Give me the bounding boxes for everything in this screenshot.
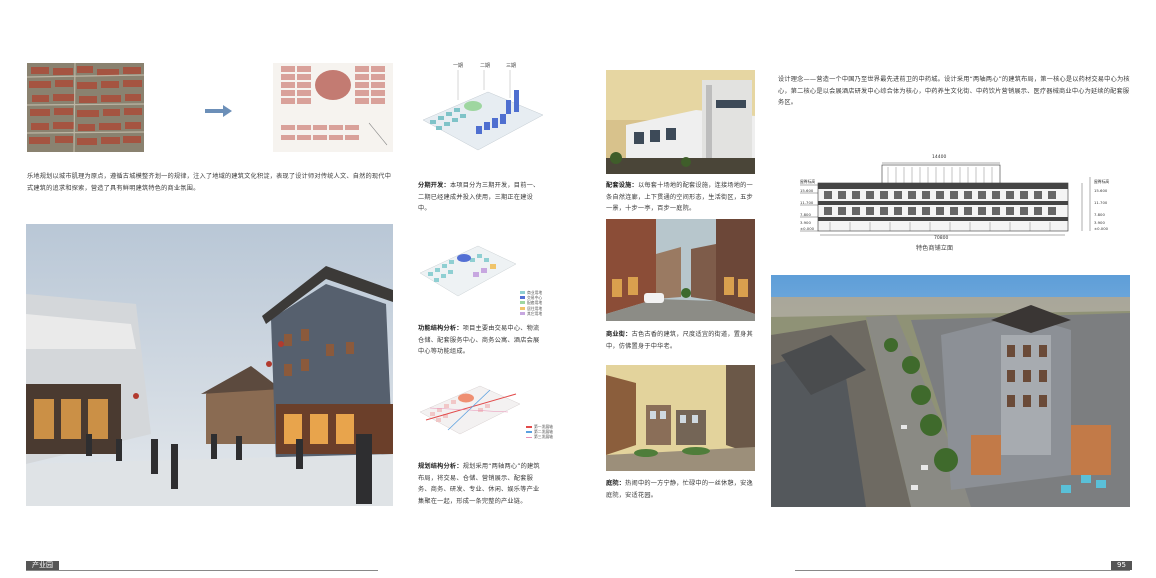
facility-caption-title: 配套设施： [606, 182, 638, 189]
structure-caption: 规划结构分析：规划采用“两轴两心”的建筑布局，将交易、仓储、营销展示、配套服务、… [418, 461, 545, 507]
winter-street-render [26, 224, 393, 506]
elevation-level-label: 15.600 [800, 188, 814, 193]
street-caption: 商业街：古色古香的建筑，尺度适宜的街道，置身其中，仿佛置身于中华老。 [606, 329, 758, 352]
elevation-dim-bottom: 70800 [934, 236, 949, 241]
facility-render [606, 70, 755, 174]
courtyard-caption: 庭院：热闹中的一方宁静，忙碌中的一丝休憩，安逸庭院，安适花园。 [606, 478, 758, 501]
footer-rule-right [795, 570, 1130, 571]
street-render [606, 219, 755, 321]
arrow-right-icon [205, 103, 233, 122]
elevation-caption: 特色商铺立面 [916, 245, 954, 252]
elevation-level-label-right: ±0.000 [1094, 226, 1109, 231]
footer-section-tab: 产业园 [26, 561, 59, 570]
analysis-caption: 乐地规划以城市肌理为原点，遵循古城模整齐划一的规律，注入了地域的建筑文化积淀，表… [27, 173, 392, 192]
elevation-level-label: 11.700 [800, 200, 814, 205]
street-caption-title: 商业街： [606, 331, 632, 338]
phase-label-1: 一期 [453, 63, 464, 69]
phase-label-2: 二期 [480, 63, 491, 69]
elevation-level-label: 3.900 [800, 220, 811, 225]
function-diagram: 商业用地 交易中心 配套用地 居住用地 其它用地 [418, 228, 548, 318]
phasing-caption-title: 分期开发： [418, 182, 450, 189]
structure-legend: 第一发展轴 第二发展轴 第三发展轴 [526, 424, 553, 440]
elevation-level-label: 7.800 [800, 212, 811, 217]
phase-label-3: 三期 [506, 63, 517, 69]
elevation-drawing: 14400 70800 屋脊标高 15.600 11.700 7.800 3.9… [800, 155, 1120, 241]
facility-caption: 配套设施：以每套十场地的配套设施，连接场地的一条自然连廊，上下贯通的空间形态，生… [606, 180, 758, 215]
function-caption: 功能结构分析：项目主要由交易中心、物流仓储、配套服务中心、商务公寓、酒店会展中心… [418, 323, 545, 358]
footer-rule-left [26, 570, 378, 571]
aerial-photo [27, 63, 144, 152]
elevation-dim-top: 14400 [932, 155, 947, 160]
elevation-level-label-right: 11.700 [1094, 200, 1108, 205]
phasing-diagram: 一期 二期 三期 [418, 62, 545, 174]
page-number: 95 [1111, 561, 1132, 570]
design-concept-text: 设计理念——营造一个中国乃至世界最先进前卫的中药城。设计采用“两轴两心”的建筑布… [778, 76, 1130, 106]
elevation-level-label-right: 屋脊标高 [1094, 179, 1110, 184]
legend-item: 其它用地 [520, 311, 542, 316]
structure-diagram: 第一发展轴 第二发展轴 第三发展轴 [418, 372, 558, 452]
structure-caption-title: 规划结构分析： [418, 463, 463, 470]
aerial-street-render [771, 275, 1130, 507]
courtyard-render [606, 365, 755, 471]
elevation-level-label-right: 15.600 [1094, 188, 1108, 193]
function-caption-title: 功能结构分析： [418, 325, 463, 332]
phasing-caption: 分期开发：本项目分为三期开发，目前一、二期已经建成并投入使用，三期正在建设中。 [418, 180, 545, 215]
function-legend: 商业用地 交易中心 配套用地 居住用地 其它用地 [520, 290, 542, 316]
elevation-level-label: 屋脊标高 [800, 179, 816, 184]
site-plan-diagram [273, 63, 393, 152]
courtyard-caption-title: 庭院： [606, 480, 626, 487]
elevation-level-label: ±0.000 [800, 226, 815, 231]
elevation-level-label-right: 3.900 [1094, 220, 1105, 225]
legend-item: 第三发展轴 [526, 434, 553, 439]
courtyard-caption-text: 热闹中的一方宁静，忙碌中的一丝休憩，安逸庭院，安适花园。 [606, 480, 753, 499]
elevation-level-label-right: 7.800 [1094, 212, 1105, 217]
